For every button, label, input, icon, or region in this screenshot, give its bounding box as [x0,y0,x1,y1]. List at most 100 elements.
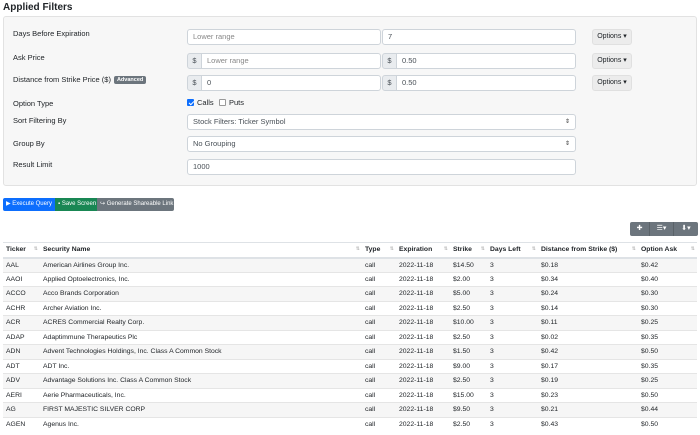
table-row[interactable]: ACR ACRES Commercial Realty Corp. call 2022… [3,315,697,330]
table-cell-link[interactable]: 2022-11-18 [396,387,450,403]
table-cell-link[interactable]: ADN [3,344,40,359]
table-cell-link[interactable]: 2022-11-18 [396,286,450,301]
column-header[interactable]: Type ⇅ [362,242,396,259]
table-cell-link[interactable]: call [362,402,396,417]
sort-icon: ⇅ [355,246,360,252]
table-cell-link[interactable]: 2022-11-18 [396,315,450,330]
table-row[interactable]: AAL American Airlines Group Inc. call 2022-… [3,257,697,272]
table-cell-link[interactable]: 2022-11-18 [396,344,450,359]
table-cell-link[interactable]: call [362,300,396,316]
move-icon[interactable]: ✚ [630,222,650,236]
table-cell-link[interactable]: call [362,315,396,330]
table-row[interactable]: AG FIRST MAJESTIC SILVER CORP call 2022-11-… [3,402,697,417]
table-cell: $0.50 [638,344,697,359]
distance-options-button[interactable]: Options ▾ [592,75,632,91]
column-header[interactable]: Strike ⇅ [450,242,487,259]
table-cell-link[interactable]: ADT [3,358,40,374]
table-cell-link[interactable]: 2022-11-18 [396,300,450,316]
column-header[interactable]: Distance from Strike ($) ⇅ [538,242,638,259]
table-cell-link[interactable]: AG [3,402,40,417]
table-cell-link[interactable]: ACR [3,315,40,330]
table-cell: $0.42 [638,257,697,272]
table-cell-link[interactable]: $15.00 [450,387,487,403]
table-row[interactable]: ACHR Archer Aviation Inc. call 2022-11-18 $2… [3,300,697,316]
columns-menu-icon[interactable]: ☰▾ [650,222,674,236]
results-table: Ticker ⇅ Security Name ⇅ Type ⇅ Expiration ⇅ Str… [3,242,697,432]
select-arrows-icon: ⇕ [564,141,570,147]
table-cell: $0.18 [538,257,638,272]
table-cell-link[interactable]: AAOI [3,271,40,287]
table-cell-link[interactable]: $1.50 [450,344,487,359]
sort-select[interactable]: Stock Filters: Ticker Symbol ⇕ [187,114,576,130]
table-cell-link[interactable]: ADV [3,373,40,388]
column-header[interactable]: Days Left ⇅ [487,242,538,259]
table-cell-link[interactable]: call [362,257,396,272]
column-header[interactable]: Option Ask ⇅ [638,242,697,259]
table-cell: $0.19 [538,373,638,388]
table-cell-link[interactable]: call [362,329,396,345]
table-cell-link[interactable]: call [362,271,396,287]
table-header: Ticker ⇅ Security Name ⇅ Type ⇅ Expiration ⇅ Str… [3,242,697,259]
table-cell-link[interactable]: $9.50 [450,402,487,417]
table-cell-link[interactable]: call [362,344,396,359]
table-cell-link[interactable]: $14.50 [450,257,487,272]
table-cell-link[interactable]: 2022-11-18 [396,257,450,272]
table-cell-link[interactable]: 2022-11-18 [396,416,450,432]
table-cell-link[interactable]: ACHR [3,300,40,316]
calls-checkbox[interactable]: Calls [187,98,214,107]
table-row[interactable]: ACCO Acco Brands Corporation call 2022-11-1… [3,286,697,301]
days-lower-input[interactable]: Lower range [187,29,381,45]
table-cell-link[interactable]: $2.50 [450,300,487,316]
table-cell-link[interactable]: $9.00 [450,358,487,374]
table-cell-link[interactable]: 2022-11-18 [396,329,450,345]
table-cell-link[interactable]: AERI [3,387,40,403]
table-cell-link[interactable]: ACCO [3,286,40,301]
table-row[interactable]: ADT ADT Inc. call 2022-11-18 $9.00 3 $0.17 $0.3… [3,358,697,374]
group-select[interactable]: No Grouping ⇕ [187,136,576,152]
table-row[interactable]: ADN Advent Technologies Holdings, Inc. Cl… [3,344,697,359]
table-cell: Advent Technologies Holdings, Inc. Class… [40,344,362,359]
distance-lower-input[interactable]: 0 [201,75,381,91]
table-cell-link[interactable]: 2022-11-18 [396,358,450,374]
table-row[interactable]: ADAP Adaptimmune Therapeutics Plc call 2022… [3,329,697,345]
table-cell-link[interactable]: call [362,373,396,388]
save-screen-button[interactable]: ▪ Save Screen [55,198,97,211]
column-header[interactable]: Expiration ⇅ [396,242,450,259]
table-row[interactable]: ADV Advantage Solutions Inc. Class A Comm… [3,373,697,388]
ask-label: Ask Price [13,53,45,62]
days-upper-input[interactable]: 7 [382,29,576,45]
table-cell-link[interactable]: AGEN [3,416,40,432]
table-cell-link[interactable]: $10.00 [450,315,487,330]
table-cell-link[interactable]: $5.00 [450,286,487,301]
table-row[interactable]: AERI Aerie Pharmaceuticals, Inc. call 2022-… [3,387,697,403]
table-cell-link[interactable]: 2022-11-18 [396,373,450,388]
table-cell-link[interactable]: $2.00 [450,271,487,287]
table-cell-link[interactable]: call [362,416,396,432]
table-cell-link[interactable]: $2.50 [450,416,487,432]
table-cell-link[interactable]: 2022-11-18 [396,271,450,287]
download-icon[interactable]: ⬇▾ [674,222,698,236]
table-cell-link[interactable]: call [362,286,396,301]
days-options-button[interactable]: Options ▾ [592,29,632,45]
ask-options-button[interactable]: Options ▾ [592,53,632,69]
table-cell-link[interactable]: AAL [3,257,40,272]
execute-query-button[interactable]: ▶ Execute Query [3,198,55,211]
ask-upper-input[interactable]: 0.50 [396,53,576,69]
table-cell-link[interactable]: call [362,358,396,374]
table-cell-link[interactable]: $2.50 [450,329,487,345]
limit-input[interactable]: 1000 [187,159,576,175]
column-header[interactable]: Ticker ⇅ [3,242,40,259]
sort-icon: ⇅ [531,246,536,252]
table-row[interactable]: AAOI Applied Optoelectronics, Inc. call 202… [3,271,697,287]
column-header[interactable]: Security Name ⇅ [40,242,362,259]
table-cell-link[interactable]: ADAP [3,329,40,345]
ask-lower-input[interactable]: Lower range [201,53,381,69]
table-cell-link[interactable]: $2.50 [450,373,487,388]
table-row[interactable]: AGEN Agenus Inc. call 2022-11-18 $2.50 3 $0.43… [3,416,697,432]
share-link-button[interactable]: ↪ Generate Shareable Link [97,198,174,211]
puts-checkbox[interactable]: Puts [219,98,244,107]
table-cell-link[interactable]: call [362,387,396,403]
table-cell-link[interactable]: 2022-11-18 [396,402,450,417]
table-cell: $0.30 [638,300,697,316]
distance-upper-input[interactable]: 0.50 [396,75,576,91]
